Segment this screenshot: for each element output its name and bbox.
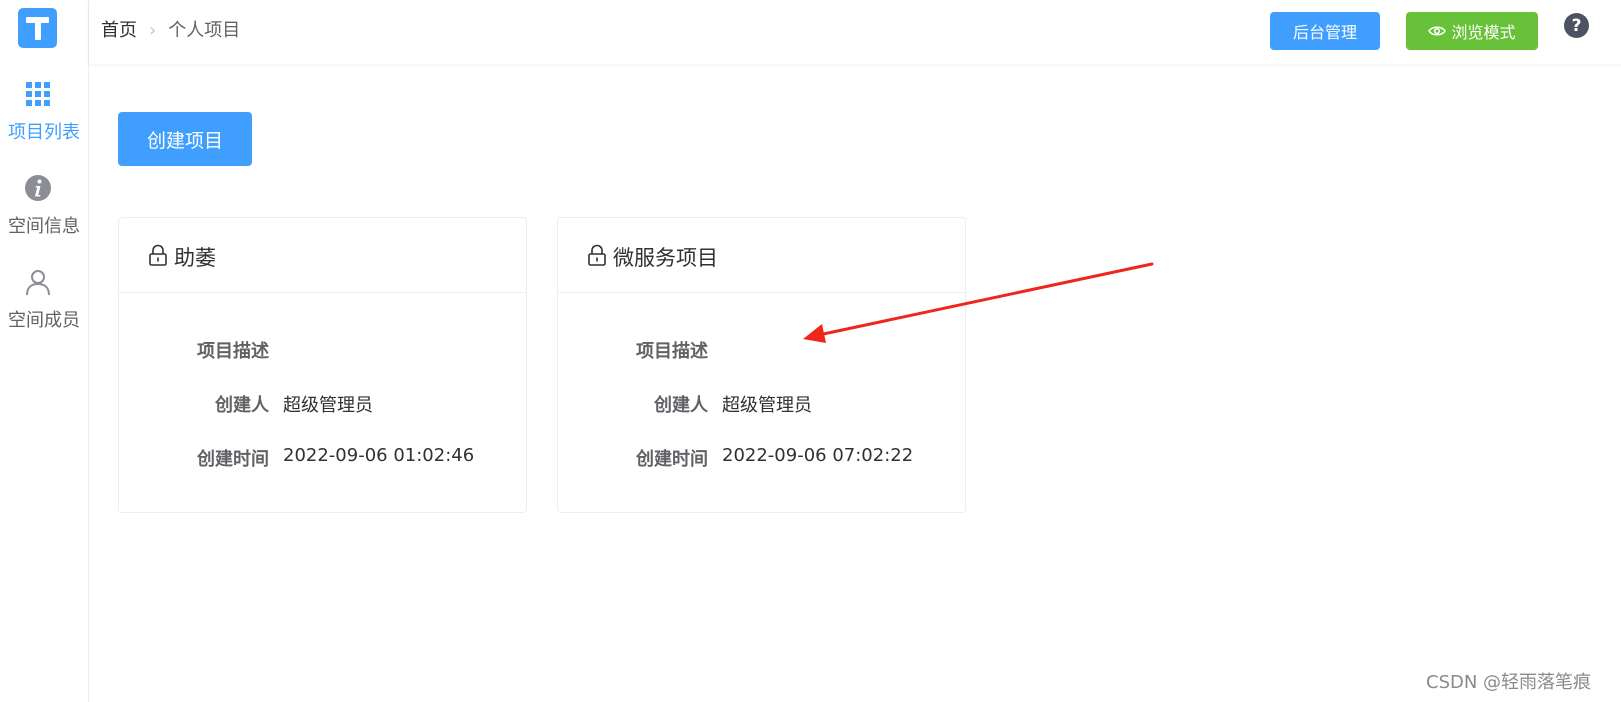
field-label: 创建人 — [215, 395, 269, 416]
sidebar-item-space-info[interactable]: 空间信息 — [0, 172, 88, 252]
admin-button[interactable]: 后台管理 — [1270, 12, 1380, 50]
field-value: 超级管理员 — [283, 395, 373, 416]
project-title: 微服务项目 — [613, 246, 718, 270]
sidebar-item-project-list[interactable]: 项目列表 — [0, 78, 88, 158]
app-logo[interactable] — [18, 8, 57, 48]
sidebar-item-label: 空间成员 — [8, 310, 80, 331]
field-label: 创建人 — [654, 395, 708, 416]
field-label: 创建时间 — [197, 449, 269, 470]
project-creator-row: 创建人 超级管理员 — [119, 391, 528, 416]
lock-icon — [149, 244, 167, 266]
project-creator-row: 创建人 超级管理员 — [558, 391, 967, 416]
browse-mode-label: 浏览模式 — [1451, 23, 1516, 42]
sidebar: 项目列表 空间信息 空间成员 — [0, 0, 89, 702]
info-icon — [25, 175, 51, 201]
field-value: 超级管理员 — [722, 395, 812, 416]
project-description-row: 项目描述 — [119, 337, 528, 362]
create-project-label: 创建项目 — [146, 129, 223, 152]
project-title: 助萎 — [174, 246, 216, 270]
field-label: 创建时间 — [636, 449, 708, 470]
browse-mode-button[interactable]: 浏览模式 — [1406, 12, 1538, 50]
sidebar-item-space-members[interactable]: 空间成员 — [0, 268, 88, 348]
project-card-header: 助萎 — [119, 218, 526, 293]
sidebar-item-label: 空间信息 — [8, 216, 80, 237]
annotation-arrow — [803, 262, 1154, 343]
user-icon — [26, 270, 50, 296]
project-created-time-row: 创建时间 2022-09-06 01:02:46 — [119, 445, 528, 470]
help-icon[interactable]: ? — [1564, 13, 1589, 38]
eye-icon — [1428, 26, 1447, 36]
admin-button-label: 后台管理 — [1292, 23, 1357, 42]
breadcrumb: 首页 › 个人项目 — [101, 16, 240, 42]
lock-icon — [588, 244, 606, 266]
breadcrumb-current: 个人项目 — [168, 20, 241, 41]
grid-icon — [26, 82, 50, 106]
breadcrumb-home[interactable]: 首页 — [101, 20, 137, 41]
chevron-right-icon: › — [149, 20, 157, 41]
field-label: 项目描述 — [636, 341, 708, 362]
create-project-button[interactable]: 创建项目 — [118, 112, 252, 166]
field-label: 项目描述 — [197, 341, 269, 362]
project-card[interactable]: 助萎 项目描述 创建人 超级管理员 创建时间 2022-09-06 01:02:… — [118, 217, 527, 513]
top-header: 首页 › 个人项目 后台管理 浏览模式 ? — [89, 0, 1621, 64]
field-value: 2022-09-06 07:02:22 — [722, 445, 914, 466]
field-value: 2022-09-06 01:02:46 — [283, 445, 475, 466]
sidebar-item-label: 项目列表 — [8, 122, 80, 143]
watermark: CSDN @轻雨落笔痕 — [1426, 672, 1592, 693]
project-created-time-row: 创建时间 2022-09-06 07:02:22 — [558, 445, 967, 470]
